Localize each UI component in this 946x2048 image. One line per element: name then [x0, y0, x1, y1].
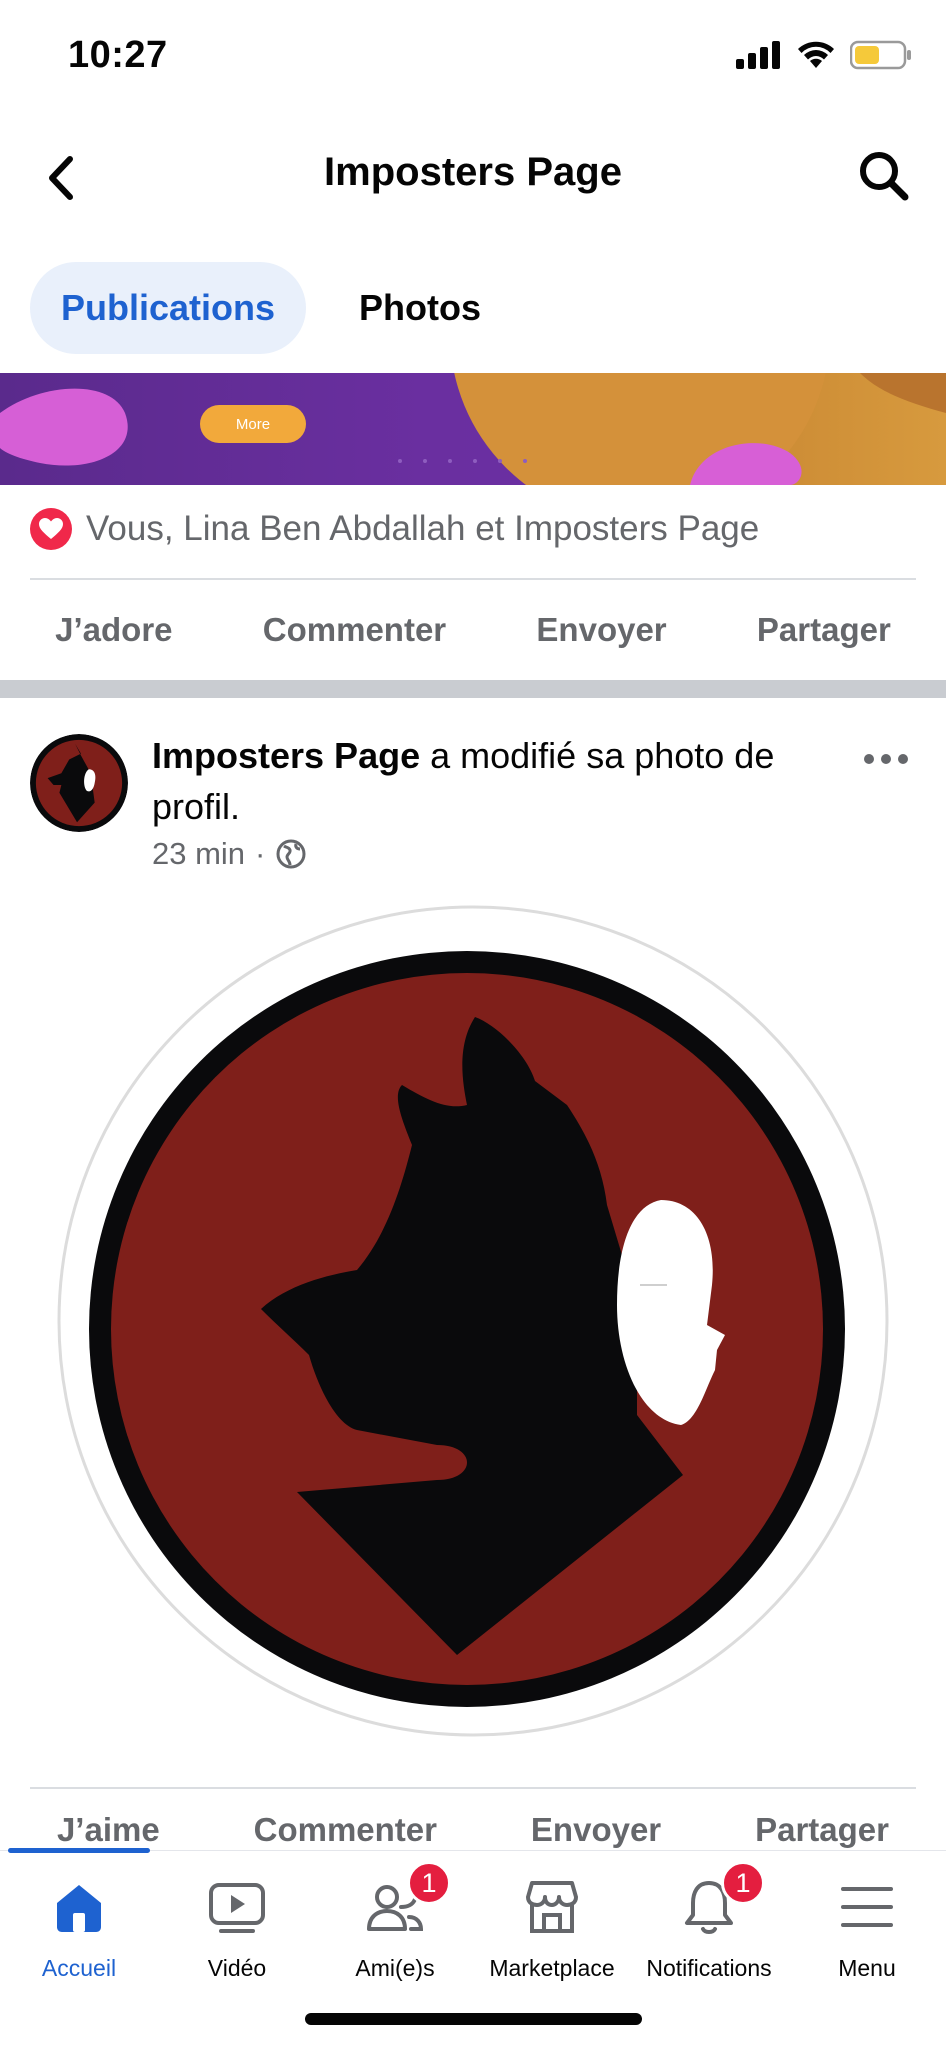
search-icon [860, 152, 909, 201]
nav-video[interactable]: Vidéo [158, 1851, 316, 2001]
status-bar: 10:27 [0, 0, 946, 110]
nav-label-friends: Ami(e)s [355, 1955, 435, 1981]
more-dots-icon [864, 754, 908, 764]
post-time[interactable]: 23 min [152, 836, 245, 872]
globe-icon [276, 839, 306, 869]
nav-label-video: Vidéo [207, 1955, 267, 1981]
nav-label-home: Accueil [41, 1955, 117, 1981]
like-button[interactable]: J’aime [57, 1811, 160, 1849]
bell-icon: 1 [677, 1861, 765, 1939]
post-options-button[interactable] [856, 744, 916, 774]
comment-button[interactable]: Commenter [263, 611, 446, 649]
send-button[interactable]: Envoyer [536, 611, 666, 649]
nav-label-notifications: Notifications [646, 1955, 772, 1981]
notifications-badge: 1 [721, 1861, 765, 1905]
status-time: 10:27 [68, 34, 168, 76]
banner-decoration [0, 373, 946, 485]
share-button[interactable]: Partager [757, 611, 891, 649]
home-indicator[interactable] [305, 2013, 642, 2025]
friends-badge: 1 [407, 1861, 451, 1905]
page-title: Imposters Page [324, 150, 622, 194]
post-title: Imposters Page a modifié sa photo de pro… [152, 730, 832, 832]
nav-friends[interactable]: 1 Ami(e)s [316, 1851, 474, 2001]
page-header: Imposters Page [0, 120, 946, 230]
love-button[interactable]: J’adore [55, 611, 172, 649]
feed-separator [0, 680, 946, 698]
post-author[interactable]: Imposters Page [152, 735, 420, 776]
send-button[interactable]: Envoyer [531, 1811, 661, 1849]
friends-icon: 1 [363, 1861, 451, 1939]
tab-photos[interactable]: Photos [328, 262, 512, 354]
tab-publications[interactable]: Publications [30, 262, 307, 354]
love-reaction-icon [30, 508, 72, 550]
battery-icon [850, 40, 911, 70]
search-button[interactable] [852, 144, 916, 208]
imposters-logo [57, 905, 889, 1737]
wifi-icon [798, 41, 834, 68]
status-icons [736, 40, 912, 70]
previous-post-actions: J’adore Commenter Envoyer Partager [0, 590, 946, 670]
reactions-summary[interactable]: Vous, Lina Ben Abdallah et Imposters Pag… [30, 508, 759, 550]
post-header: Imposters Page a modifié sa photo de pro… [30, 730, 916, 872]
nav-notifications[interactable]: 1 Notifications [630, 1851, 788, 2001]
nav-home[interactable]: Accueil [0, 1851, 158, 2001]
nav-label-menu: Menu [838, 1955, 896, 1981]
cellular-signal-icon [736, 41, 780, 69]
comment-button[interactable]: Commenter [254, 1811, 437, 1849]
share-button[interactable]: Partager [755, 1811, 889, 1849]
video-icon [205, 1875, 269, 1939]
post-meta: 23 min · [152, 836, 307, 872]
nav-label-marketplace: Marketplace [489, 1955, 615, 1981]
reactions-text: Vous, Lina Ben Abdallah et Imposters Pag… [86, 509, 760, 548]
meta-separator: · [255, 836, 266, 871]
avatar[interactable] [30, 734, 128, 832]
marketplace-icon [520, 1875, 584, 1939]
divider [30, 1787, 916, 1789]
home-icon [47, 1875, 111, 1939]
nav-marketplace[interactable]: Marketplace [473, 1851, 631, 2001]
previous-post-image[interactable]: More [0, 373, 946, 485]
banner-more-button: More [200, 405, 306, 443]
page-tabs: Publications Photos [30, 262, 512, 354]
divider [30, 578, 916, 580]
menu-icon [835, 1875, 899, 1939]
active-tab-indicator [8, 1848, 150, 1853]
profile-photo-image[interactable] [57, 905, 890, 1738]
nav-menu[interactable]: Menu [788, 1851, 946, 2001]
